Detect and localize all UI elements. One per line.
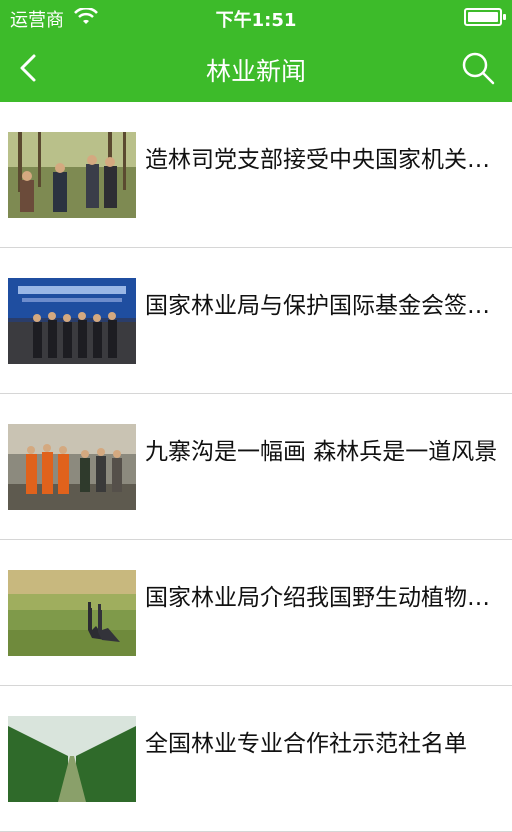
page-title: 林业新闻 (205, 57, 306, 86)
nav-bar: 林业新闻 (0, 34, 512, 102)
clock: 下午1:51 (215, 10, 297, 31)
news-thumbnail (8, 570, 136, 656)
news-item[interactable]: 造林司党支部接受中央国家机关…… (0, 102, 512, 248)
news-item[interactable]: 九寨沟是一幅画 森林兵是一道风景 (0, 394, 512, 540)
news-title: 造林司党支部接受中央国家机关…… (145, 147, 502, 173)
news-thumbnail (8, 424, 136, 510)
news-item[interactable]: 国家林业局与保护国际基金会签署…… (0, 248, 512, 394)
news-title: 全国林业专业合作社示范社名单 (145, 731, 467, 757)
news-thumbnail (8, 278, 136, 364)
top-bar: 运营商 下午1:51 林业新闻 (0, 0, 512, 102)
status-bar: 运营商 下午1:51 (0, 0, 512, 34)
news-list: 造林司党支部接受中央国家机关…… 国家林业局与保护国际基金会签署…… 九寨沟是一… (0, 102, 512, 832)
search-button[interactable] (460, 50, 496, 86)
news-title: 国家林业局介绍我国野生动植物保护 (145, 585, 502, 611)
news-item[interactable]: 全国林业专业合作社示范社名单 (0, 686, 512, 832)
battery-icon (464, 8, 506, 26)
news-thumbnail (8, 132, 136, 218)
news-item[interactable]: 国家林业局介绍我国野生动植物保护 (0, 540, 512, 686)
news-title: 国家林业局与保护国际基金会签署…… (145, 293, 502, 319)
news-title: 九寨沟是一幅画 森林兵是一道风景 (145, 439, 498, 465)
news-thumbnail (8, 716, 136, 802)
